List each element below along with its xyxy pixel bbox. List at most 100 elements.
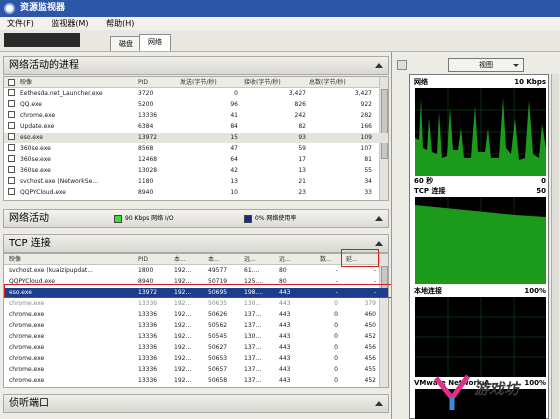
cell: 360se.exe: [20, 167, 51, 174]
listen-section-header[interactable]: 侦听端口: [3, 394, 389, 413]
col-pid[interactable]: PID: [138, 77, 148, 88]
cell: 5200: [138, 101, 154, 108]
row-checkbox[interactable]: [8, 144, 15, 151]
row-checkbox[interactable]: [8, 133, 15, 140]
watermark: 游戏坊: [430, 370, 558, 414]
row-checkbox[interactable]: [8, 155, 15, 162]
table-row[interactable]: chrome.exe 13336 192... 50635 130... 443 0 379: [4, 299, 388, 309]
graph-time-label: 60 秒0: [414, 177, 546, 185]
view-label: 视图: [479, 61, 493, 69]
col-send[interactable]: 发送(字节/秒): [180, 77, 217, 88]
cell: 1800: [138, 267, 154, 274]
cell: 826: [294, 101, 306, 108]
col-pid[interactable]: PID: [138, 254, 148, 265]
cell: 137...: [244, 322, 262, 329]
row-checkbox[interactable]: [8, 122, 15, 129]
processes-section-header[interactable]: 网络活动的进程: [3, 56, 389, 75]
cell: 42: [230, 167, 238, 174]
table-row[interactable]: chrome.exe 13336 192... 50657 137... 443 0 455: [4, 365, 388, 375]
table-row[interactable]: chrome.exe 13336 192... 50562 137... 443 0 450: [4, 321, 388, 331]
collapse-icon[interactable]: [375, 401, 383, 406]
col-receive[interactable]: 接收(字节/秒): [244, 77, 281, 88]
cell: 0: [334, 333, 338, 340]
view-dropdown[interactable]: 视图: [448, 58, 524, 72]
table-row[interactable]: Update.exe 6384 84 82 166: [4, 122, 388, 132]
col-loss[interactable]: 数...: [320, 254, 332, 265]
cell: 13: [230, 178, 238, 185]
cell: 452: [364, 377, 376, 384]
cell: 192...: [174, 322, 192, 329]
graph-tcp: [415, 197, 546, 284]
menu-monitor[interactable]: 监视器(M): [51, 19, 88, 28]
table-row[interactable]: chrome.exe 13336 192... 50545 130... 443 0 452: [4, 332, 388, 342]
table-row[interactable]: eso.exe 13972 15 93 109: [4, 133, 388, 143]
tab-disk[interactable]: 磁盘: [110, 36, 142, 51]
right-panel: 视图 网络 10 Kbps 60 秒0 TCP 连接 50 本地连接 100% VMw…: [391, 52, 560, 419]
table-row[interactable]: chrome.exe 13336 192... 50627 137... 443 0 456: [4, 343, 388, 353]
right-scrollbar[interactable]: [551, 74, 559, 419]
row-checkbox[interactable]: [8, 177, 15, 184]
cell: 922: [360, 101, 372, 108]
row-checkbox[interactable]: [8, 188, 15, 195]
io-legend: 90 Kbps 网络 I/O: [114, 214, 174, 223]
tcp-section-header[interactable]: TCP 连接: [3, 234, 389, 253]
row-checkbox[interactable]: [8, 111, 15, 118]
collapse-icon[interactable]: [375, 241, 383, 246]
col-local-port[interactable]: 本...: [208, 254, 220, 265]
table-row[interactable]: QQ.exe 5200 96 826 922: [4, 100, 388, 110]
table-row[interactable]: 360se.exe 8568 47 59 107: [4, 144, 388, 154]
table-row[interactable]: 360se.exe 13028 42 13 55: [4, 166, 388, 176]
table-row[interactable]: svchost.exe (kuaizipupdat... 1800 192... 49…: [4, 266, 388, 276]
menu-help[interactable]: 帮助(H): [106, 19, 134, 28]
cell: chrome.exe: [20, 112, 56, 119]
row-checkbox[interactable]: [8, 89, 15, 96]
cell: 13336: [138, 311, 158, 318]
cell: 13336: [138, 322, 158, 329]
cell: 360se.exe: [20, 156, 51, 163]
table-row[interactable]: chrome.exe 13336 41 242 282: [4, 111, 388, 121]
cell: 96: [230, 101, 238, 108]
usage-label: 0% 网络使用率: [255, 215, 297, 222]
col-total[interactable]: 总数(字节/秒): [309, 77, 346, 88]
network-activity-header[interactable]: 网络活动 90 Kbps 网络 I/O 0% 网络使用率: [3, 209, 389, 228]
table-row[interactable]: chrome.exe 13336 192... 50658 137... 443 0 452: [4, 376, 388, 386]
table-row[interactable]: chrome.exe 13336 192... 50626 137... 443 0 460: [4, 310, 388, 320]
cell: 8568: [138, 145, 154, 152]
cell: 137...: [244, 311, 262, 318]
cell: svchost.exe (kuaizipupdat...: [9, 267, 93, 274]
cell: 0: [234, 90, 238, 97]
row-checkbox[interactable]: [8, 100, 15, 107]
table-row[interactable]: 360se.exe 12468 64 17 81: [4, 155, 388, 165]
listen-title: 侦听端口: [9, 398, 49, 409]
col-image[interactable]: 映像: [20, 77, 32, 88]
table-row[interactable]: QQPYCloud.exe 8940 10 23 33: [4, 188, 388, 198]
cell: 61....: [244, 267, 260, 274]
tab-network[interactable]: 网络: [139, 34, 171, 51]
cell: chrome.exe: [9, 311, 45, 318]
col-image[interactable]: 映像: [9, 254, 21, 265]
cell: 13336: [138, 366, 158, 373]
panel-toggle[interactable]: [397, 60, 407, 70]
cell: svchost.exe (NetworkSe...: [20, 178, 98, 185]
cell: chrome.exe: [9, 355, 45, 362]
cell: 12468: [138, 156, 158, 163]
expand-icon[interactable]: [375, 216, 383, 221]
cell: 50658: [208, 377, 228, 384]
row-checkbox[interactable]: [8, 166, 15, 173]
col-local-addr[interactable]: 本...: [174, 254, 186, 265]
select-all-checkbox[interactable]: [8, 79, 15, 86]
processes-table: 映像 PID 发送(字节/秒) 接收(字节/秒) 总数(字节/秒) Eethes…: [3, 76, 389, 201]
table-row[interactable]: chrome.exe 13336 192... 50653 137... 443 0 456: [4, 354, 388, 364]
menu-file[interactable]: 文件(F): [7, 19, 34, 28]
cell: 166: [360, 123, 372, 130]
cell: 82: [298, 123, 306, 130]
table-row[interactable]: svchost.exe (NetworkSe... 1180 13 21 34: [4, 177, 388, 187]
table-row[interactable]: Eethesda.net_Launcher.exe 3720 0 3,427 3,427: [4, 89, 388, 99]
collapse-icon[interactable]: [375, 63, 383, 68]
cell: 13336: [138, 333, 158, 340]
cell: 81: [364, 156, 372, 163]
cell: 0: [334, 366, 338, 373]
col-remote-addr[interactable]: 远...: [244, 254, 256, 265]
col-remote-port[interactable]: 远...: [279, 254, 291, 265]
cell: 13336: [138, 355, 158, 362]
